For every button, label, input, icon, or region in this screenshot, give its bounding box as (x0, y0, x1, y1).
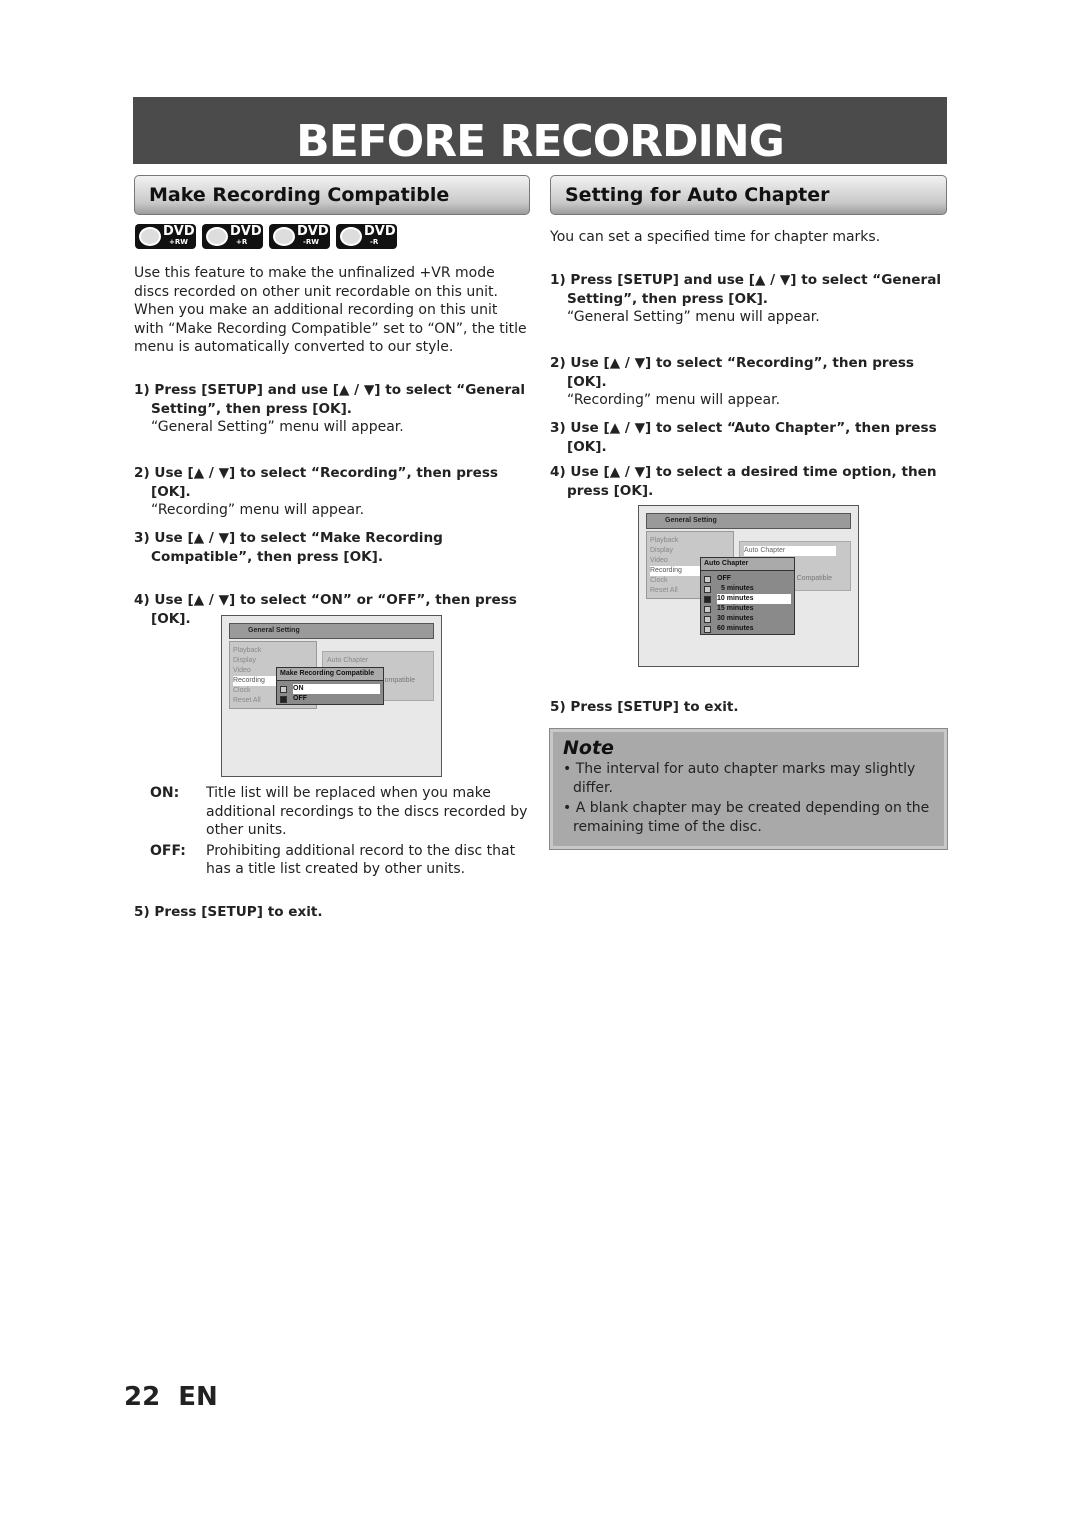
right-step-5: 5) Press [SETUP] to exit. (550, 699, 739, 715)
popup-auto-chapter: Auto Chapter OFF 5 minutes 10 minutes 15… (700, 557, 795, 635)
left-step-2: 2) Use [▲ / ▼] to select “Recording”, th… (134, 465, 499, 518)
note-item: • The interval for auto chapter marks ma… (563, 761, 916, 796)
left-step-5: 5) Press [SETUP] to exit. (134, 904, 323, 920)
left-step-1: 1) Press [SETUP] and use [▲ / ▼] to sele… (134, 382, 526, 435)
definition-list: ON: Title list will be replaced when you … (150, 785, 528, 877)
page-number: 22 (124, 1382, 161, 1412)
dvd-minus-r-icon: DVD -R (336, 224, 397, 249)
popup-make-recording-compatible: Make Recording Compatible ON OFF (276, 667, 384, 705)
dvd-plus-rw-icon: DVD +RW (135, 224, 196, 249)
disc-badges: DVD +RW DVD +R DVD -RW DVD -R (135, 224, 397, 249)
menu-screenshot-compatible: General Setting Playback Display Video Reco… (221, 615, 442, 777)
left-intro: Use this feature to make the unfinalized… (134, 265, 527, 355)
right-step-4: 4) Use [▲ / ▼] to select a desired time … (550, 464, 937, 499)
menu-header: General Setting (229, 623, 434, 639)
note-box: Note • The interval for auto chapter mar… (549, 728, 948, 850)
page-footer: 22 EN (124, 1382, 218, 1412)
note-title: Note (563, 737, 614, 759)
language-code: EN (178, 1382, 218, 1412)
dvd-plus-r-icon: DVD +R (202, 224, 263, 249)
left-step-3: 3) Use [▲ / ▼] to select “Make Recording… (134, 530, 443, 565)
section-heading-auto-chapter: Setting for Auto Chapter (550, 175, 947, 215)
right-step-2: 2) Use [▲ / ▼] to select “Recording”, th… (550, 355, 915, 408)
section-heading-make-recording-compatible: Make Recording Compatible (134, 175, 530, 215)
dvd-minus-rw-icon: DVD -RW (269, 224, 330, 249)
right-step-3: 3) Use [▲ / ▼] to select “Auto Chapter”,… (550, 420, 937, 455)
menu-screenshot-auto-chapter: General Setting Playback Display Video Reco… (638, 505, 859, 667)
page-title: BEFORE RECORDING (133, 97, 947, 164)
right-intro: You can set a specified time for chapter… (550, 229, 881, 245)
note-item: • A blank chapter may be created dependi… (563, 800, 930, 835)
right-step-1: 1) Press [SETUP] and use [▲ / ▼] to sele… (550, 272, 942, 325)
menu-header: General Setting (646, 513, 851, 529)
